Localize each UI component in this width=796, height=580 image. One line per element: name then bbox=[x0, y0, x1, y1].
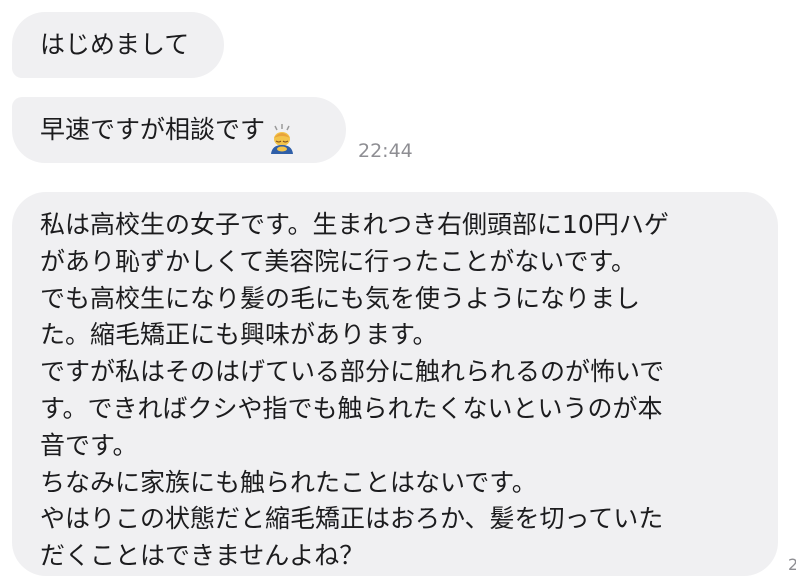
message-line: ちなみに家族にも触られたことはないです。 bbox=[40, 467, 537, 497]
truncated-timestamp: 2 bbox=[788, 555, 796, 574]
message-line: ですが私はそのはげている部分に触れられるのが怖いで bbox=[40, 357, 665, 387]
person-bowing-emoji-icon bbox=[269, 113, 295, 154]
message-timestamp: 22:44 bbox=[358, 140, 413, 162]
message-line: 音です。 bbox=[40, 430, 138, 460]
message-line: た。縮毛矯正にも興味があります。 bbox=[40, 320, 438, 350]
chat-thread: はじめまして 早速ですが相談です 22:44 私は高校生の女子です。生まれつき右… bbox=[0, 0, 796, 580]
message-line: 私は高校生の女子です。生まれつき右側頭部に10円ハゲ bbox=[40, 210, 669, 239]
message-line: やはりこの状態だと縮毛矯正はおろか、髪を切っていた bbox=[40, 504, 664, 534]
message-line: す。できればクシや指でも触られたくないというのが本 bbox=[40, 393, 663, 423]
message-bubble[interactable]: はじめまして bbox=[12, 12, 224, 78]
message-line: があり恥ずかしくて美容院に行ったことがないです。 bbox=[40, 246, 637, 276]
message-line: だくことはできませんよね？ bbox=[40, 541, 365, 571]
message-bubble[interactable]: 私は高校生の女子です。生まれつき右側頭部に10円ハゲ があり恥ずかしくて美容院に… bbox=[12, 192, 778, 576]
message-text: 早速ですが相談です bbox=[40, 115, 266, 144]
message-line: でも高校生になり髪の毛にも気を使うようになりまし bbox=[40, 283, 641, 313]
message-bubble[interactable]: 早速ですが相談です bbox=[12, 97, 346, 163]
message-text: はじめまして bbox=[40, 30, 190, 59]
